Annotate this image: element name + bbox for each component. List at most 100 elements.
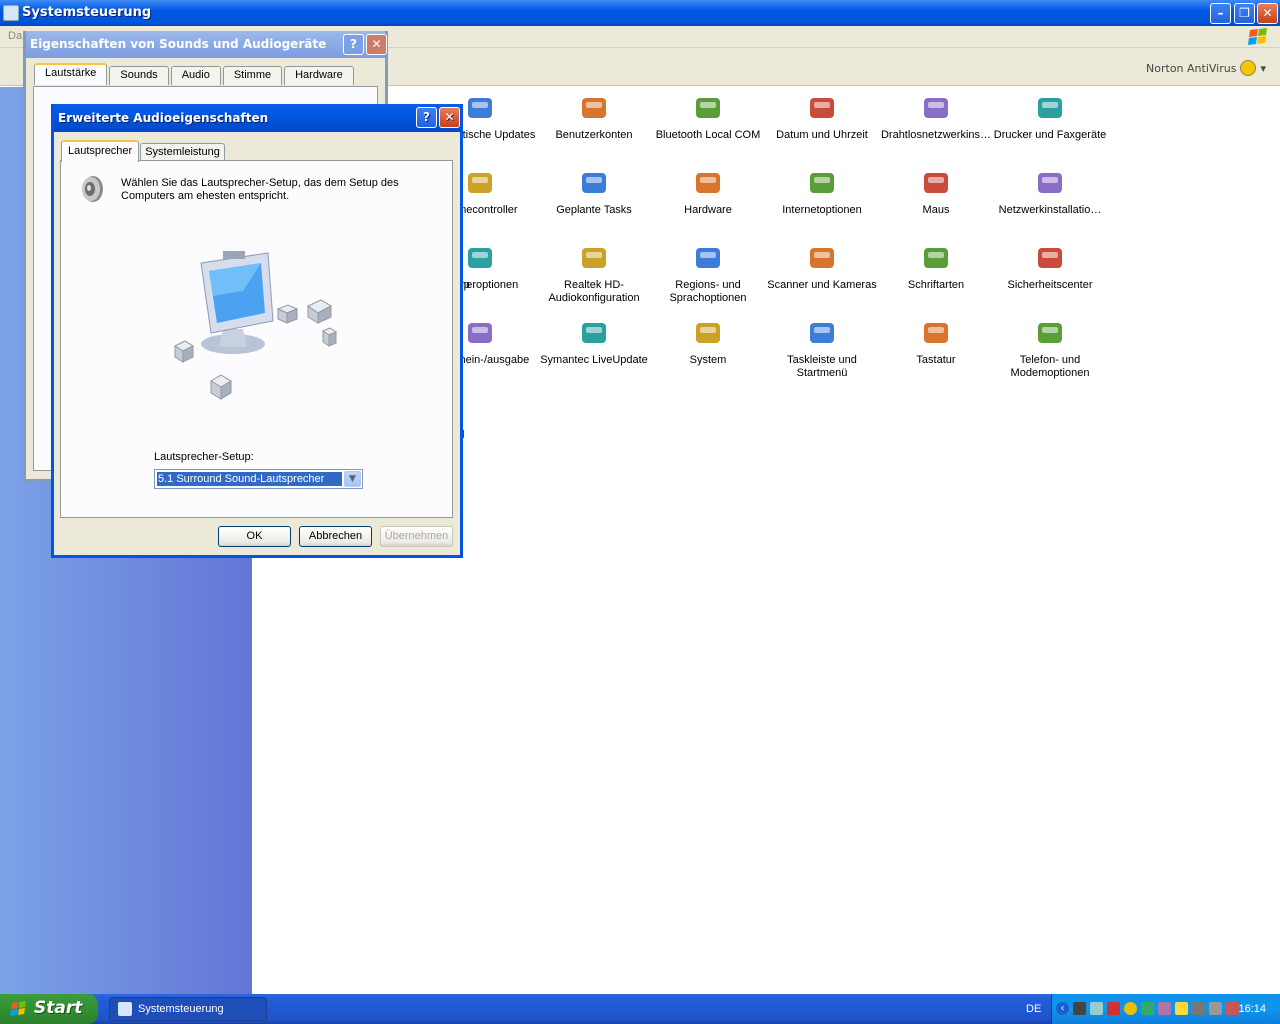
system-icon (692, 317, 724, 349)
realtek-audio-icon (578, 242, 610, 274)
cp-item[interactable]: Schriftarten (879, 242, 993, 292)
tab-hardware[interactable]: Hardware (284, 66, 354, 85)
cp-item[interactable]: System (651, 317, 765, 367)
cp-item-label: Netzwerkinstallatio… (998, 204, 1102, 216)
cp-item[interactable]: Hardware (651, 167, 765, 217)
cp-item-label: Regions- und Sprachoptionen (669, 279, 747, 304)
close-button[interactable]: ✕ (439, 107, 460, 128)
speaker-setup-select[interactable]: 5.1 Surround Sound-Lautsprecher ▼ (154, 469, 363, 489)
tab-lautsprecher[interactable]: Lautsprecher (61, 140, 140, 162)
chevron-down-icon[interactable]: ▼ (344, 471, 361, 487)
cp-item-label: Drucker und Faxgeräte (993, 129, 1107, 141)
windows-logo-icon (1248, 28, 1267, 45)
cp-item[interactable]: Symantec LiveUpdate (537, 317, 651, 367)
cp-item[interactable]: Realtek HD-Audiokonfiguration (537, 242, 651, 305)
cp-item-label: Tastatur (916, 354, 956, 366)
cp-item[interactable]: Netzwerkinstallatio… (993, 167, 1107, 217)
clock-icon (806, 92, 838, 124)
windows-update-icon (464, 92, 496, 124)
cp-item[interactable]: Taskleiste und Startmenü (765, 317, 879, 380)
network-icon[interactable] (1090, 1002, 1103, 1015)
window-title: Systemsteuerung (22, 5, 152, 20)
cp-item-label: Internetoptionen (782, 204, 862, 216)
cp-item-label: Drahtlosnetzwerkins… (880, 129, 992, 141)
cp-item-label: Datum und Uhrzeit (776, 129, 868, 141)
windows-flag-icon (10, 1001, 26, 1016)
speaker-icon (82, 176, 103, 202)
taskbar: Start Systemsteuerung DE ‹ 16:14 (0, 994, 1280, 1024)
mouse-icon (920, 167, 952, 199)
wireless-tray-icon[interactable] (1226, 1002, 1239, 1015)
taskbar-icon (806, 317, 838, 349)
cp-item[interactable]: Regions- und Sprachoptionen (651, 242, 765, 305)
close-button[interactable]: ✕ (366, 34, 387, 55)
cp-item[interactable]: Telefon- und Modemoptionen (993, 317, 1107, 380)
start-button[interactable]: Start (0, 994, 98, 1024)
network-setup-icon (1034, 167, 1066, 199)
cp-item[interactable]: Datum und Uhrzeit (765, 92, 879, 142)
minimize-button[interactable]: – (1210, 3, 1231, 24)
close-button[interactable]: ✕ (1257, 3, 1278, 24)
power-tray-icon[interactable] (1175, 1002, 1188, 1015)
norton-tray-icon[interactable] (1124, 1002, 1137, 1015)
update-tray-icon[interactable] (1141, 1002, 1154, 1015)
setup-label: Lautsprecher-Setup: (154, 451, 254, 463)
taskbar-item-systemsteuerung[interactable]: Systemsteuerung (109, 997, 267, 1021)
clock[interactable]: 16:14 (1238, 1003, 1266, 1015)
chevron-down-icon: ▾ (1260, 61, 1266, 75)
cancel-button[interactable]: Abbrechen (299, 526, 372, 547)
dialog-titlebar[interactable]: Eigenschaften von Sounds und Audiogeräte… (26, 31, 387, 58)
restore-button[interactable]: ❐ (1234, 3, 1255, 24)
internet-icon (806, 167, 838, 199)
cp-item-label: Symantec LiveUpdate (540, 354, 648, 366)
tab-sounds[interactable]: Sounds (109, 66, 169, 85)
dialog-titlebar[interactable]: Erweiterte Audioeigenschaften ? ✕ (54, 104, 460, 132)
security-alert-icon[interactable] (1107, 1002, 1120, 1015)
volume-icon[interactable] (1073, 1002, 1086, 1015)
bluetooth-tray-icon[interactable] (1158, 1002, 1171, 1015)
folder-options-icon (464, 242, 496, 274)
help-button[interactable]: ? (343, 34, 364, 55)
keyboard-icon (920, 317, 952, 349)
menu-item-file[interactable]: Da (8, 30, 22, 42)
cp-item[interactable]: Scanner und Kameras (765, 242, 879, 292)
tab-lautstaerke[interactable]: Lautstärke (34, 63, 108, 85)
tab-audio[interactable]: Audio (170, 66, 221, 85)
tab-strip: Lautstärke Sounds Audio Stimme Hardware (34, 63, 354, 85)
language-indicator[interactable]: DE (1026, 1003, 1041, 1015)
control-panel-icon (3, 5, 19, 21)
chevron-left-icon[interactable]: ‹ (1056, 1002, 1069, 1015)
bluetooth-icon (692, 92, 724, 124)
mail-tray-icon[interactable] (1192, 1002, 1205, 1015)
display-tray-icon[interactable] (1209, 1002, 1222, 1015)
cp-item[interactable]: Internetoptionen (765, 167, 879, 217)
cp-item[interactable]: Sicherheitscenter (993, 242, 1107, 292)
speech-icon (464, 317, 496, 349)
scheduled-tasks-icon (578, 167, 610, 199)
taskbar-item-label: Systemsteuerung (138, 1003, 224, 1015)
cp-item-label: Bluetooth Local COM (655, 129, 761, 141)
cp-item-label: System (689, 354, 727, 366)
help-button[interactable]: ? (416, 107, 437, 128)
phone-icon (1034, 317, 1066, 349)
cp-item[interactable]: Bluetooth Local COM (651, 92, 765, 142)
hardware-icon (692, 167, 724, 199)
dialog-title: Eigenschaften von Sounds und Audiogeräte (30, 37, 327, 51)
cp-item[interactable]: Drucker und Faxgeräte (993, 92, 1107, 142)
tab-panel: Wählen Sie das Lautsprecher-Setup, das d… (60, 160, 453, 518)
cp-item[interactable]: Benutzerkonten (537, 92, 651, 142)
cp-item[interactable]: Drahtlosnetzwerkins… (879, 92, 993, 142)
window-titlebar[interactable]: Systemsteuerung – ❐ ✕ (0, 0, 1280, 26)
scanner-icon (806, 242, 838, 274)
advanced-audio-dialog[interactable]: Erweiterte Audioeigenschaften ? ✕ Lautsp… (51, 104, 463, 558)
cp-item[interactable]: Tastatur (879, 317, 993, 367)
cp-item[interactable]: Maus (879, 167, 993, 217)
apply-button[interactable]: Übernehmen (380, 526, 453, 547)
tab-stimme[interactable]: Stimme (222, 66, 283, 85)
cp-item-label: Benutzerkonten (555, 129, 633, 141)
cp-item[interactable]: Geplante Tasks (537, 167, 651, 217)
tab-strip: Lautsprecher Systemleistung (61, 140, 225, 162)
norton-antivirus-button[interactable]: Norton AntiVirus ▾ (1146, 60, 1266, 76)
ok-button[interactable]: OK (218, 526, 291, 547)
cp-item-label: Hardware (684, 204, 732, 216)
